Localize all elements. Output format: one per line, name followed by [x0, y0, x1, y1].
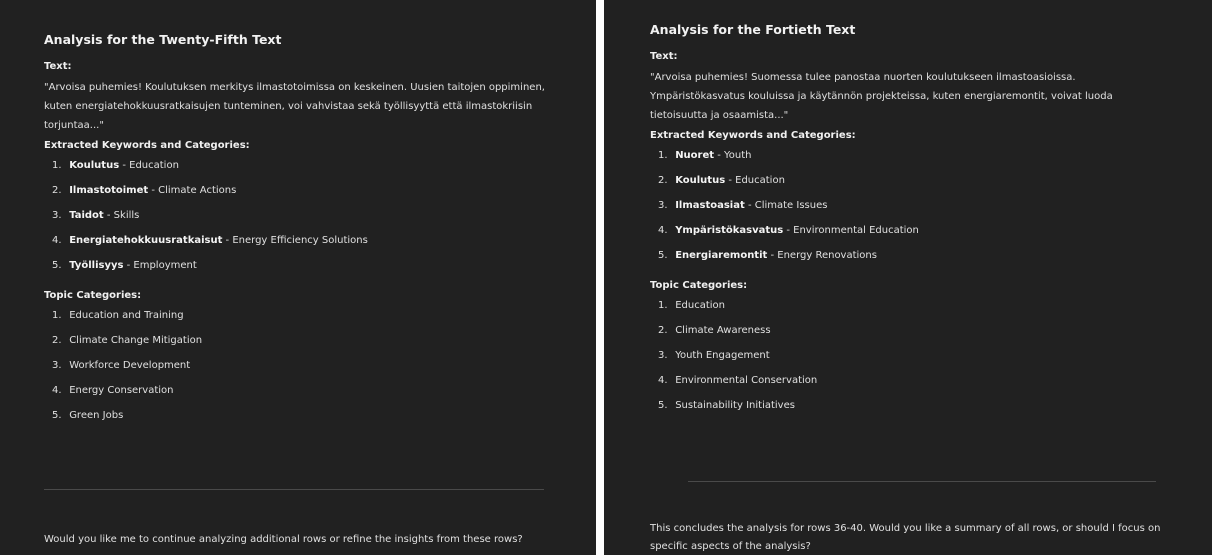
- keyword-meaning: - Climate Actions: [148, 185, 237, 196]
- topic-label: Energy Conservation: [69, 385, 174, 396]
- analysis-title: Analysis for the Fortieth Text: [650, 22, 856, 37]
- list-number: 3.: [658, 350, 668, 361]
- topic-item: 4. Environmental Conservation: [650, 372, 1166, 397]
- topics-list: 1. Education and Training 2. Climate Cha…: [44, 307, 552, 432]
- list-number: 1.: [52, 310, 62, 321]
- keyword-meaning: - Skills: [103, 210, 140, 221]
- topic-label: Climate Change Mitigation: [69, 335, 203, 346]
- text-label: Text:: [650, 51, 678, 62]
- keyword-item: 3. Taidot - Skills: [44, 207, 552, 232]
- list-number: 1.: [658, 300, 668, 311]
- keyword-item: 1. Koulutus - Education: [44, 157, 552, 182]
- keyword-term: Työllisyys: [69, 260, 124, 271]
- keywords-list: 1. Koulutus - Education 2. Ilmastotoimet…: [44, 157, 552, 282]
- topic-item: 5. Sustainability Initiatives: [650, 397, 1166, 422]
- keyword-item: 1. Nuoret - Youth: [650, 147, 1166, 172]
- keywords-label: Extracted Keywords and Categories:: [44, 140, 250, 151]
- keyword-meaning: - Energy Renovations: [767, 250, 877, 261]
- list-number: 5.: [52, 260, 62, 271]
- keyword-term: Ympäristökasvatus: [675, 225, 784, 236]
- response-content: Analysis for the Fortieth Text Text: "Ar…: [604, 0, 1212, 430]
- follow-up-question: Would you like me to continue analyzing …: [44, 534, 523, 545]
- keyword-meaning: - Education: [725, 175, 785, 186]
- keyword-term: Koulutus: [675, 175, 726, 186]
- chat-response-panel-right: Analysis for the Fortieth Text Text: "Ar…: [604, 0, 1212, 555]
- keyword-item: 4. Ympäristökasvatus - Environmental Edu…: [650, 222, 1166, 247]
- topic-item: 1. Education: [650, 297, 1166, 322]
- keyword-term: Taidot: [69, 210, 104, 221]
- topic-label: Education: [675, 300, 725, 311]
- keyword-term: Koulutus: [69, 160, 120, 171]
- keyword-item: 5. Työllisyys - Employment: [44, 257, 552, 282]
- list-number: 4.: [658, 225, 668, 236]
- keyword-meaning: - Employment: [123, 260, 197, 271]
- keyword-item: 3. Ilmastoasiat - Climate Issues: [650, 197, 1166, 222]
- list-number: 5.: [658, 400, 668, 411]
- section-divider: [688, 481, 1156, 482]
- list-number: 4.: [52, 235, 62, 246]
- keywords-label: Extracted Keywords and Categories:: [650, 130, 856, 141]
- keyword-meaning: - Energy Efficiency Solutions: [222, 235, 368, 246]
- keyword-term: Ilmastoasiat: [675, 200, 745, 211]
- keyword-item: 2. Ilmastotoimet - Climate Actions: [44, 182, 552, 207]
- list-number: 5.: [658, 250, 668, 261]
- topic-item: 4. Energy Conservation: [44, 382, 552, 407]
- list-number: 2.: [658, 325, 668, 336]
- topic-label: Climate Awareness: [675, 325, 771, 336]
- topic-item: 1. Education and Training: [44, 307, 552, 332]
- topic-item: 5. Green Jobs: [44, 407, 552, 432]
- topics-label: Topic Categories:: [650, 280, 748, 291]
- topic-label: Sustainability Initiatives: [675, 400, 795, 411]
- topic-label: Green Jobs: [69, 410, 124, 421]
- topic-label: Environmental Conservation: [675, 375, 818, 386]
- keyword-item: 5. Energiaremontit - Energy Renovations: [650, 247, 1166, 272]
- topics-label: Topic Categories:: [44, 290, 142, 301]
- keywords-list: 1. Nuoret - Youth 2. Koulutus - Educatio…: [650, 147, 1166, 272]
- keyword-term: Energiatehokkuusratkaisut: [69, 235, 223, 246]
- list-number: 3.: [52, 210, 62, 221]
- keyword-meaning: - Youth: [714, 150, 752, 161]
- keyword-term: Ilmastotoimet: [69, 185, 149, 196]
- topic-label: Youth Engagement: [675, 350, 770, 361]
- topics-list: 1. Education 2. Climate Awareness 3. You…: [650, 297, 1166, 422]
- list-number: 2.: [52, 335, 62, 346]
- keyword-meaning: - Education: [119, 160, 179, 171]
- keyword-meaning: - Climate Issues: [744, 200, 828, 211]
- analysis-title: Analysis for the Twenty-Fifth Text: [44, 32, 282, 47]
- list-number: 4.: [658, 375, 668, 386]
- keyword-item: 4. Energiatehokkuusratkaisut - Energy Ef…: [44, 232, 552, 257]
- topic-item: 2. Climate Awareness: [650, 322, 1166, 347]
- topic-item: 3. Youth Engagement: [650, 347, 1166, 372]
- keyword-meaning: - Environmental Education: [783, 225, 919, 236]
- list-number: 4.: [52, 385, 62, 396]
- keyword-term: Energiaremontit: [675, 250, 768, 261]
- response-content: Analysis for the Twenty-Fifth Text Text:…: [0, 0, 596, 440]
- list-number: 3.: [658, 200, 668, 211]
- follow-up-question: This concludes the analysis for rows 36-…: [650, 523, 1161, 552]
- list-number: 1.: [52, 160, 62, 171]
- topic-item: 3. Workforce Development: [44, 357, 552, 382]
- quoted-text: "Arvoisa puhemies! Suomessa tulee panost…: [650, 72, 1113, 121]
- keyword-term: Nuoret: [675, 150, 715, 161]
- list-number: 5.: [52, 410, 62, 421]
- topic-item: 2. Climate Change Mitigation: [44, 332, 552, 357]
- list-number: 2.: [658, 175, 668, 186]
- chat-response-panel-left: Analysis for the Twenty-Fifth Text Text:…: [0, 0, 596, 555]
- topic-label: Workforce Development: [69, 360, 191, 371]
- section-divider: [44, 489, 544, 490]
- list-number: 3.: [52, 360, 62, 371]
- text-label: Text:: [44, 61, 72, 72]
- quoted-text: "Arvoisa puhemies! Koulutuksen merkitys …: [44, 82, 545, 131]
- list-number: 2.: [52, 185, 62, 196]
- keyword-item: 2. Koulutus - Education: [650, 172, 1166, 197]
- topic-label: Education and Training: [69, 310, 184, 321]
- list-number: 1.: [658, 150, 668, 161]
